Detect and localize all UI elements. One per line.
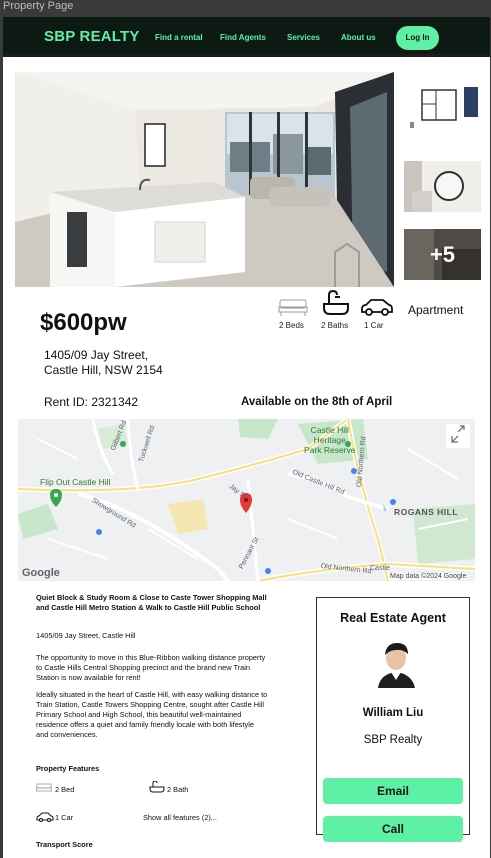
feature-bed: 2 Bed <box>55 785 75 794</box>
agent-card: Real Estate Agent William Liu SBP Realty… <box>316 597 470 842</box>
feature-car: 1 Car <box>55 813 74 822</box>
thumbnail-more-photos[interactable]: +5 <box>404 229 481 280</box>
map-label-heritage-1: Castle Hill <box>310 425 349 435</box>
google-logo: Google <box>22 567 60 579</box>
agent-card-title: Real Estate Agent <box>340 611 446 625</box>
description-paragraph-1: The opportunity to move in this Blue-Rib… <box>36 653 266 682</box>
location-map[interactable]: Castle Hill Heritage Park Reserve Flip O… <box>18 419 475 581</box>
hero-photo-living-room[interactable] <box>15 72 394 287</box>
rent-id: Rent ID: 2321342 <box>44 395 139 409</box>
listing-headline: Quiet Block & Study Room & Close to Cast… <box>36 593 267 612</box>
property-page: SBP REALTY Find a rental Find Agents Ser… <box>3 17 490 858</box>
more-photos-count: +5 <box>429 241 456 267</box>
beds-count: 2 Beds <box>279 321 304 330</box>
show-all-features-link[interactable]: Show all features (2)... <box>143 813 217 822</box>
baths-count: 2 Baths <box>321 321 349 330</box>
property-features-heading: Property Features <box>36 764 100 773</box>
nav-find-rental[interactable]: Find a rental <box>155 33 203 42</box>
thumbnail-floorplan[interactable] <box>404 82 481 143</box>
property-type: Apartment <box>408 303 464 317</box>
car-icon <box>361 299 393 316</box>
address-line-1: 1405/09 Jay Street, <box>44 348 149 362</box>
agent-avatar <box>378 643 415 688</box>
agent-name: William Liu <box>362 707 424 719</box>
car-count: 1 Car <box>364 321 384 330</box>
bed-icon <box>36 783 52 792</box>
map-label-flip-out: Flip Out Castle Hill <box>40 477 111 487</box>
email-agent-button[interactable]: Email <box>323 778 463 804</box>
nav-about-us[interactable]: About us <box>341 33 376 42</box>
top-navbar: SBP REALTY Find a rental Find Agents Ser… <box>3 17 490 57</box>
brand-logo[interactable]: SBP REALTY <box>44 28 140 45</box>
rent-price: $600pw <box>40 309 127 336</box>
description-paragraph-2: Ideally situated in the heart of Castle … <box>36 690 268 739</box>
nav-services[interactable]: Services <box>287 33 320 42</box>
login-button[interactable]: Log In <box>396 26 439 50</box>
bath-icon <box>149 781 165 793</box>
thumbnail-bedroom[interactable] <box>404 161 481 212</box>
map-label-rogans-hill: ROGANS HILL <box>394 507 459 517</box>
agent-company: SBP Realty <box>363 734 423 746</box>
map-label-heritage-3: Park Reserve <box>304 445 356 455</box>
transport-score-heading: Transport Score <box>36 840 93 849</box>
address-line-2: Castle Hill, NSW 2154 <box>44 363 163 377</box>
bed-icon <box>278 299 308 316</box>
map-label-heritage-2: Heritage <box>313 435 346 445</box>
map-data-attribution[interactable]: Map data ©2024 Google <box>390 573 467 580</box>
nav-find-agents[interactable]: Find Agents <box>220 33 266 42</box>
listing-address-short: 1405/09 Jay Street, Castle Hill <box>36 631 136 640</box>
car-icon <box>36 812 54 822</box>
availability-date: Available on the 8th of April <box>241 396 393 408</box>
frame-title: Property Page <box>3 0 74 12</box>
map-label-castle: Castle <box>370 565 390 572</box>
call-agent-button[interactable]: Call <box>323 816 463 842</box>
feature-bath: 2 Bath <box>167 785 189 794</box>
bath-icon <box>323 290 349 315</box>
